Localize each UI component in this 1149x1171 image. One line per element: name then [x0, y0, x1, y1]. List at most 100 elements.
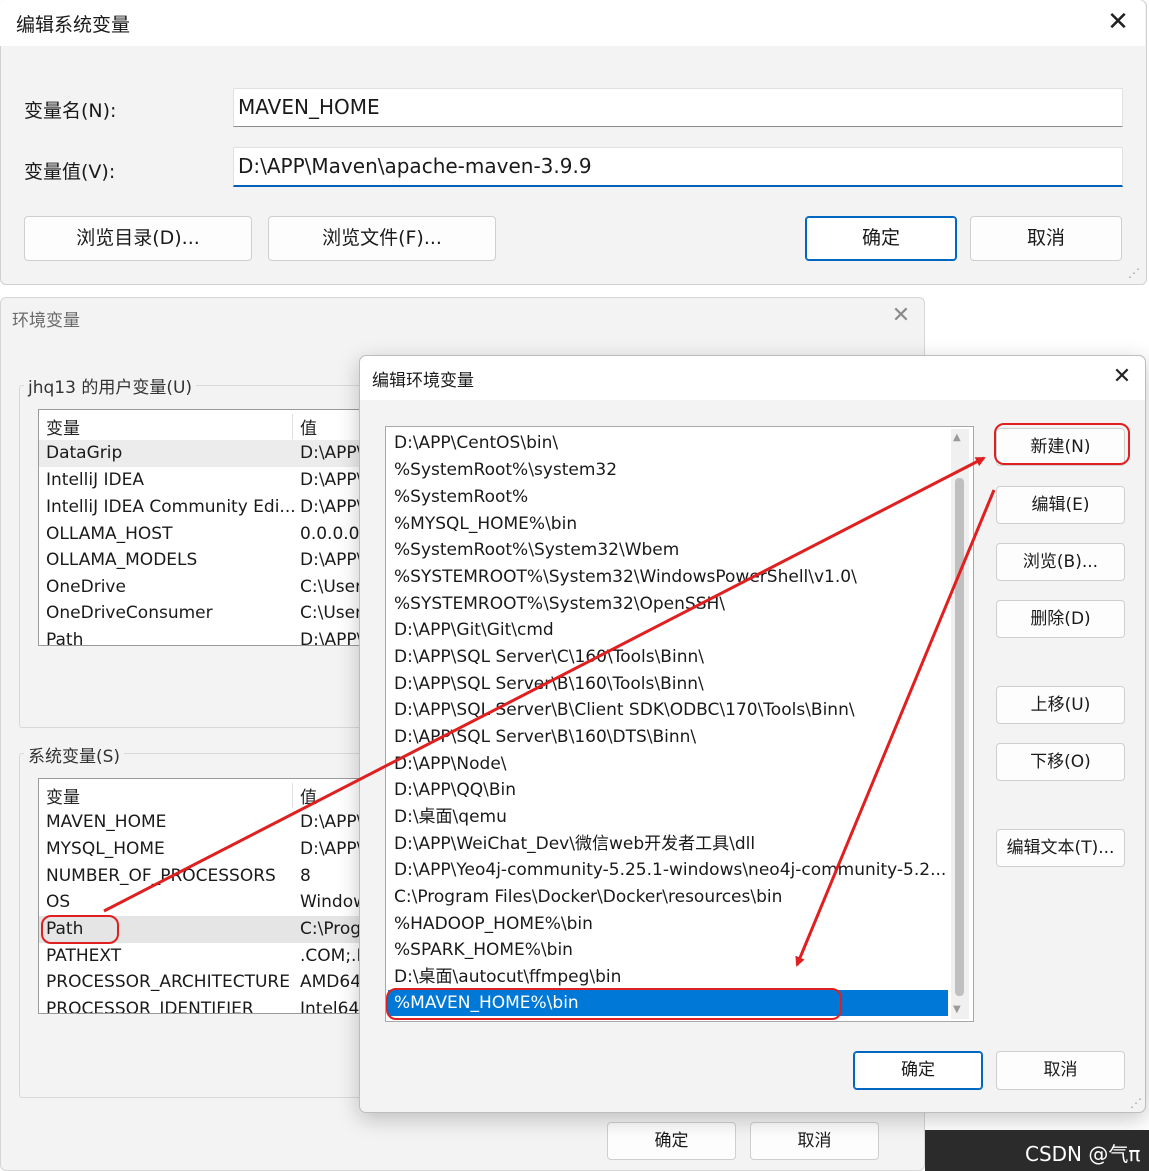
move-down-button[interactable]: 下移(O): [996, 743, 1125, 781]
variable-value: 0.0.0.0: [300, 524, 360, 544]
table-row[interactable]: IntelliJ IDEA D:\APP\: [39, 467, 377, 494]
column-header-value[interactable]: 值: [292, 414, 317, 439]
variable-name: OLLAMA_HOST: [46, 524, 173, 544]
variable-name: MAVEN_HOME: [46, 812, 167, 832]
delete-button[interactable]: 删除(D): [996, 600, 1125, 638]
variable-value-input[interactable]: D:\APP\Maven\apache-maven-3.9.9: [233, 147, 1123, 187]
browse-directory-button[interactable]: 浏览目录(D)...: [24, 216, 252, 261]
table-row[interactable]: MAVEN_HOME D:\APP\: [39, 809, 377, 836]
edit-button[interactable]: 编辑(E): [996, 486, 1125, 524]
close-icon[interactable]: ✕: [888, 303, 914, 328]
list-item[interactable]: D:\桌面\qemu: [394, 804, 950, 830]
system-variables-list[interactable]: 变量 值 MAVEN_HOME D:\APP\ MYSQL_HOME D:\APP\…: [38, 778, 378, 1014]
variable-name: DataGrip: [46, 443, 123, 463]
variable-name: PROCESSOR_IDENTIFIER: [46, 999, 254, 1014]
env-ok-button[interactable]: 确定: [607, 1122, 736, 1160]
table-row[interactable]: DataGrip D:\APP\: [39, 440, 377, 467]
variable-value: C:\User: [300, 577, 363, 597]
list-item[interactable]: %SYSTEMROOT%\System32\WindowsPowerShell\…: [394, 564, 950, 590]
table-row[interactable]: OneDriveConsumer C:\User: [39, 600, 377, 627]
variable-name: PATHEXT: [46, 946, 122, 966]
variable-value: C:\User: [300, 603, 363, 623]
list-item[interactable]: %SYSTEMROOT%\System32\OpenSSH\: [394, 591, 950, 617]
table-row[interactable]: PATHEXT .COM;.E: [39, 943, 377, 970]
edit-text-button[interactable]: 编辑文本(T)...: [996, 829, 1125, 867]
list-item[interactable]: C:\Program Files\Docker\Docker\resources…: [394, 884, 950, 910]
path-entries-list[interactable]: D:\APP\CentOS\bin\ %SystemRoot%\system32…: [385, 426, 974, 1022]
top-dialog-titlebar: [0, 0, 1145, 46]
env-dialog-title: 环境变量: [12, 311, 80, 331]
column-header-variable[interactable]: 变量: [46, 783, 80, 808]
table-row[interactable]: OLLAMA_HOST 0.0.0.0: [39, 521, 377, 548]
list-header: 变量 值: [39, 410, 377, 439]
variable-name: IntelliJ IDEA: [46, 470, 144, 490]
variable-value: D:\APP\: [300, 812, 363, 832]
variable-value: D:\APP\: [300, 839, 363, 859]
close-icon[interactable]: ✕: [1108, 364, 1136, 389]
list-item[interactable]: D:\APP\CentOS\bin\: [394, 430, 950, 456]
variable-name: Path: [46, 630, 84, 646]
list-item[interactable]: D:\APP\Yeo4j-community-5.25.1-windows\ne…: [394, 857, 950, 883]
list-item[interactable]: D:\APP\SQL Server\B\Client SDK\ODBC\170\…: [394, 697, 950, 723]
variable-value: D:\APP\: [300, 497, 363, 517]
list-header: 变量 值: [39, 779, 377, 808]
scroll-up-icon[interactable]: ▲: [953, 432, 961, 443]
list-item[interactable]: D:\桌面\autocut\ffmpeg\bin: [394, 964, 950, 990]
list-item[interactable]: %MYSQL_HOME%\bin: [394, 511, 950, 537]
variable-name: PROCESSOR_ARCHITECTURE: [46, 972, 290, 992]
browse-file-button[interactable]: 浏览文件(F)...: [268, 216, 496, 261]
edit-ok-button[interactable]: 确定: [853, 1051, 983, 1090]
list-item[interactable]: D:\APP\WeiChat_Dev\微信web开发者工具\dll: [394, 831, 950, 857]
list-item[interactable]: %HADOOP_HOME%\bin: [394, 911, 950, 937]
variable-name: OneDrive: [46, 577, 126, 597]
move-up-button[interactable]: 上移(U): [996, 686, 1125, 724]
list-item[interactable]: %SPARK_HOME%\bin: [394, 937, 950, 963]
table-row[interactable]: PROCESSOR_IDENTIFIER Intel64: [39, 996, 377, 1014]
variable-name: IntelliJ IDEA Community Edi...: [46, 497, 296, 517]
table-row[interactable]: OneDrive C:\User: [39, 574, 377, 601]
list-item[interactable]: %SystemRoot%\system32: [394, 457, 950, 483]
variable-name: MYSQL_HOME: [46, 839, 165, 859]
table-row[interactable]: Path D:\APP\: [39, 627, 377, 646]
list-item[interactable]: D:\APP\SQL Server\B\160\DTS\Binn\: [394, 724, 950, 750]
variable-name-input[interactable]: MAVEN_HOME: [233, 88, 1123, 127]
variable-value: D:\APP\: [300, 630, 363, 646]
scrollbar-thumb[interactable]: [955, 478, 964, 996]
list-item[interactable]: %SystemRoot%: [394, 484, 950, 510]
close-icon[interactable]: ✕: [1100, 4, 1136, 40]
variable-name-label: 变量名(N):: [24, 100, 117, 122]
table-row[interactable]: IntelliJ IDEA Community Edi... D:\APP\: [39, 494, 377, 521]
user-variables-list[interactable]: 变量 值 DataGrip D:\APP\ IntelliJ IDEA D:\APP…: [38, 409, 378, 646]
edit-dialog-title: 编辑环境变量: [372, 371, 474, 391]
top-cancel-button[interactable]: 取消: [970, 216, 1122, 261]
table-row[interactable]: NUMBER_OF_PROCESSORS 8: [39, 863, 377, 890]
env-cancel-button[interactable]: 取消: [750, 1122, 879, 1160]
column-header-value[interactable]: 值: [292, 783, 317, 808]
table-row[interactable]: MYSQL_HOME D:\APP\: [39, 836, 377, 863]
browse-button[interactable]: 浏览(B)...: [996, 543, 1125, 581]
variable-value: 8: [300, 866, 311, 886]
table-row[interactable]: OLLAMA_MODELS D:\APP\: [39, 547, 377, 574]
list-item[interactable]: D:\APP\SQL Server\C\160\Tools\Binn\: [394, 644, 950, 670]
user-variables-group-title: jhq13 的用户变量(U): [24, 373, 197, 398]
scroll-down-icon[interactable]: ▼: [953, 1004, 961, 1015]
column-header-variable[interactable]: 变量: [46, 414, 80, 439]
resize-grip-icon[interactable]: ⋰: [1130, 1096, 1142, 1110]
variable-value: AMD64: [300, 972, 362, 992]
list-item[interactable]: D:\APP\QQ\Bin: [394, 777, 950, 803]
list-item[interactable]: D:\APP\Node\: [394, 751, 950, 777]
system-variables-group-title: 系统变量(S): [24, 742, 125, 767]
top-dialog-title: 编辑系统变量: [16, 14, 131, 36]
watermark-text: CSDN @气π: [1025, 1142, 1141, 1166]
table-row[interactable]: PROCESSOR_ARCHITECTURE AMD64: [39, 969, 377, 996]
table-row[interactable]: OS Window: [39, 889, 377, 916]
list-item[interactable]: D:\APP\SQL Server\B\160\Tools\Binn\: [394, 671, 950, 697]
variable-value: Window: [300, 892, 368, 912]
top-ok-button[interactable]: 确定: [805, 216, 957, 261]
variable-value: D:\APP\: [300, 470, 363, 490]
edit-cancel-button[interactable]: 取消: [996, 1051, 1125, 1090]
resize-grip-icon[interactable]: ⋰: [1128, 266, 1140, 280]
list-item[interactable]: %SystemRoot%\System32\Wbem: [394, 537, 950, 563]
list-item[interactable]: D:\APP\Git\Git\cmd: [394, 617, 950, 643]
variable-value: D:\APP\: [300, 550, 363, 570]
